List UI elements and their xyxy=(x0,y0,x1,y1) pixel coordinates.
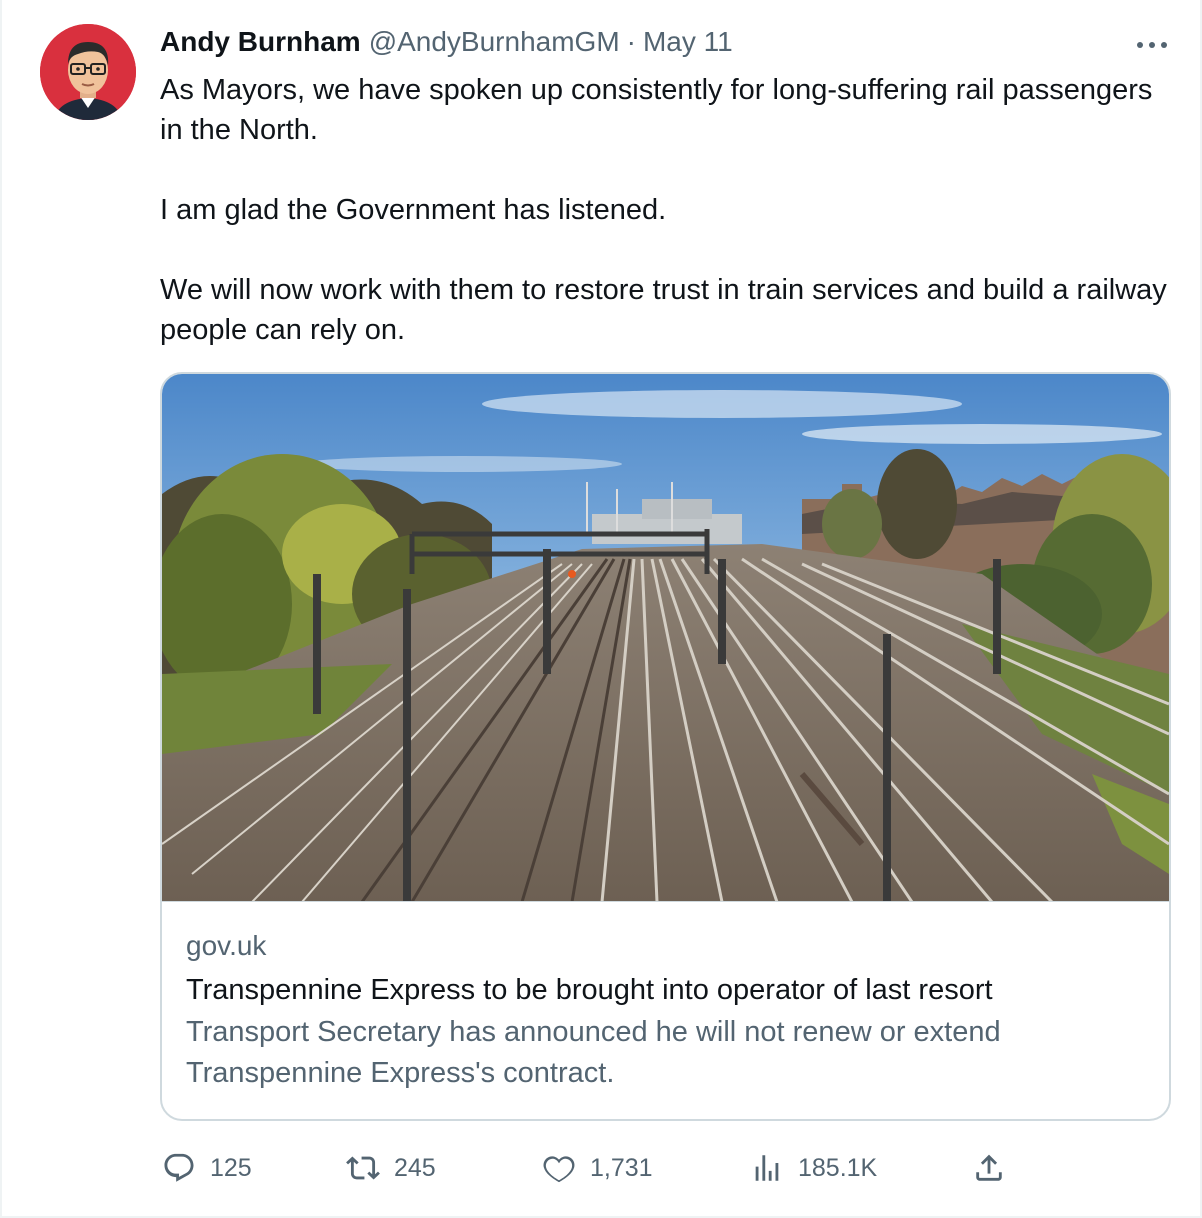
avatar[interactable] xyxy=(40,24,136,120)
reply-bubble-icon xyxy=(164,1153,194,1182)
tweet-paragraph: I am glad the Government has listened. xyxy=(160,194,667,226)
analytics-bars-icon xyxy=(755,1155,779,1181)
tweet-paragraph: As Mayors, we have spoken up consistentl… xyxy=(160,74,1153,146)
cartoon-portrait-icon xyxy=(40,24,136,120)
link-card[interactable]: gov.uk Transpennine Express to be brough… xyxy=(160,372,1171,1121)
reply-button[interactable]: 125 xyxy=(162,1146,252,1190)
views-button[interactable]: 185.1K xyxy=(750,1146,877,1190)
tweet-text: As Mayors, we have spoken up consistentl… xyxy=(160,70,1170,350)
retweet-icon xyxy=(346,1156,380,1180)
heart-icon xyxy=(543,1156,575,1183)
retweet-button[interactable]: 245 xyxy=(346,1146,436,1190)
tweet-date[interactable]: May 11 xyxy=(643,26,733,58)
more-options-button[interactable] xyxy=(1132,30,1172,60)
card-description: Transport Secretary has announced he wil… xyxy=(186,1016,1001,1089)
share-upload-icon xyxy=(976,1154,1002,1181)
action-bar: 125 245 1,731 185.1K xyxy=(160,1146,1020,1190)
reply-count: 125 xyxy=(210,1153,252,1182)
card-title[interactable]: Transpennine Express to be brought into … xyxy=(186,968,1146,1012)
tweet-paragraph: We will now work with them to restore tr… xyxy=(160,274,1167,346)
card-image[interactable] xyxy=(162,374,1169,902)
author-name[interactable]: Andy Burnham xyxy=(160,26,361,58)
card-domain: gov.uk xyxy=(186,930,267,961)
card-body: gov.uk Transpennine Express to be brough… xyxy=(186,926,1146,1094)
separator-dot: · xyxy=(626,26,636,57)
views-count: 185.1K xyxy=(798,1153,878,1182)
tweet-header: Andy Burnham @AndyBurnhamGM · May 11 xyxy=(160,26,733,66)
like-button[interactable]: 1,731 xyxy=(542,1146,653,1190)
author-handle[interactable]: @AndyBurnhamGM xyxy=(369,26,620,58)
railway-tracks-photo xyxy=(162,374,1169,901)
more-horizontal-icon xyxy=(1137,42,1167,48)
share-button[interactable] xyxy=(972,1146,1006,1190)
like-count: 1,731 xyxy=(590,1153,653,1182)
retweet-count: 245 xyxy=(394,1153,436,1182)
tweet-container[interactable]: Andy Burnham @AndyBurnhamGM · May 11 As … xyxy=(0,0,1202,1218)
